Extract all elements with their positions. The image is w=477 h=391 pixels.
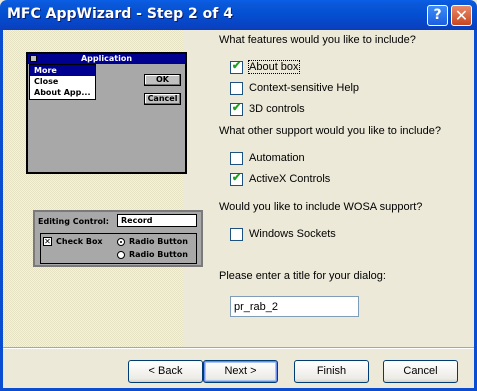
wosa-question: Would you like to include WOSA support? (219, 201, 423, 213)
button-separator (3, 347, 474, 349)
back-button[interactable]: < Back (128, 360, 203, 383)
illustration-radio-label: Radio Button (129, 237, 188, 246)
illustration-menu-item: More (30, 65, 95, 76)
illustration-dialog-title: Application (28, 54, 185, 64)
checkbox-label-context-help[interactable]: Context-sensitive Help (249, 82, 359, 94)
close-button[interactable]: ✕ (451, 5, 472, 26)
next-button[interactable]: Next > (203, 360, 278, 383)
illustration-menu-item: Close (34, 77, 59, 86)
checkbox-label-automation[interactable]: Automation (249, 152, 305, 164)
close-icon: ✕ (454, 6, 469, 25)
illustration-editing-control-label: Editing Control: (38, 217, 109, 226)
checkbox-activex-controls[interactable]: ✔ (230, 172, 243, 186)
illustration-ok-button: OK (144, 74, 181, 86)
illustration-radio-on-icon (117, 238, 125, 246)
checkbox-about-box[interactable]: ✔ (230, 60, 243, 74)
illustration-checkbox-label: Check Box (56, 237, 103, 246)
checkbox-label-activex-controls[interactable]: ActiveX Controls (249, 173, 330, 185)
dialog-title-input[interactable] (230, 296, 359, 317)
illustration-menu: More Close About App... (29, 64, 96, 100)
checkbox-3d-controls[interactable]: ✔ (230, 102, 243, 116)
illustration-controls: Editing Control: Record ✕ Check Box Radi… (33, 210, 203, 267)
title-bar: MFC AppWizard - Step 2 of 4 ? ✕ (0, 0, 477, 30)
help-icon: ? (433, 7, 442, 23)
check-icon: ✔ (231, 102, 242, 114)
checkbox-label-windows-sockets[interactable]: Windows Sockets (249, 228, 336, 240)
checkbox-label-about-box[interactable]: About box (248, 60, 300, 74)
support-question: What other support would you like to inc… (219, 125, 441, 137)
illustration-radio-label: Radio Button (129, 250, 188, 259)
window-title: MFC AppWizard - Step 2 of 4 (7, 6, 233, 22)
illustration-checkbox-icon: ✕ (43, 237, 52, 246)
help-button[interactable]: ? (427, 5, 448, 26)
check-icon: ✔ (231, 60, 242, 72)
illustration-cancel-button: Cancel (144, 93, 181, 105)
illustration-radio-off-icon (117, 251, 125, 259)
illustration-controls-group: ✕ Check Box Radio Button Radio Button (40, 233, 197, 264)
cancel-button[interactable]: Cancel (383, 360, 458, 383)
checkbox-label-3d-controls[interactable]: 3D controls (249, 103, 305, 115)
dialog-title-prompt: Please enter a title for your dialog: (219, 270, 386, 282)
illustration-dialog: Application More Close About App... OK C… (26, 52, 187, 174)
system-menu-icon (30, 55, 37, 62)
finish-button[interactable]: Finish (294, 360, 369, 383)
illustration-editing-control-field: Record (117, 214, 197, 227)
checkbox-context-help[interactable] (230, 82, 243, 95)
checkbox-automation[interactable] (230, 152, 243, 165)
check-icon: ✔ (231, 172, 242, 184)
illustration-menu-item: About App... (34, 88, 91, 97)
checkbox-windows-sockets[interactable] (230, 228, 243, 241)
features-question: What features would you like to include? (219, 34, 416, 46)
